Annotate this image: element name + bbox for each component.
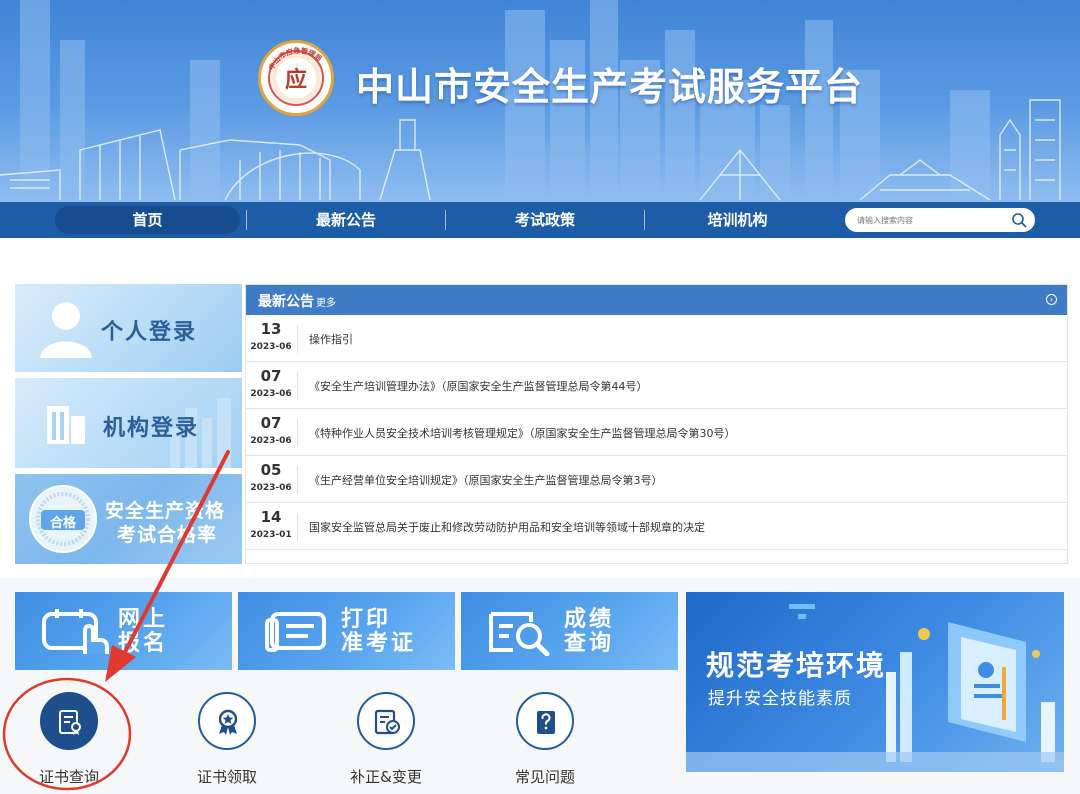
online-registration-tile[interactable]: 网上 报名 [15,592,232,670]
announcement-day: 07 [260,367,282,385]
announcement-row[interactable]: 07 2023-06 《安全生产培训管理办法》（原国家安全生产监督管理总局令第4… [246,362,1067,409]
logo-ring-icon: 中山市应急管理局 [267,46,324,72]
announcement-day: 05 [260,461,282,479]
announcement-day: 13 [260,320,282,338]
agency-logo: 中山市应急管理局 应 [258,40,334,116]
online-registration-label: 网上 报名 [118,608,168,656]
pass-rate-label-line1: 安全生产资格 [105,500,226,522]
nav-item-announcements[interactable]: 最新公告 [247,202,445,238]
announcement-row[interactable]: 13 2023-06 操作指引 [246,315,1067,362]
promo-subtitle: 提升安全技能素质 [708,689,852,709]
announcement-title-link[interactable]: 《安全生产培训管理办法》（原国家安全生产监督管理总局令第44号） [309,378,648,394]
nav-item-home[interactable]: 首页 [55,206,240,234]
service-certificate-inquiry[interactable]: 证书查询 [4,692,134,787]
tile-line: 准考证 [341,631,417,656]
more-arrow-icon[interactable]: › [1046,294,1057,305]
question-doc-icon [537,711,555,734]
certificate-collection-label: 证书领取 [196,768,257,786]
service-certificate-collection[interactable]: 证书领取 [162,692,292,787]
hand-form-icon [42,609,109,654]
print-admission-ticket-tile[interactable]: 打印 准考证 [238,592,455,670]
service-correction-change[interactable]: 补正&变更 [321,692,451,787]
correction-change-button[interactable] [357,692,415,750]
announcement-date: 07 2023-06 [246,362,296,408]
logo-ring-text: 中山市应急管理局 [267,46,324,72]
date-divider [297,372,298,400]
announcement-title-link[interactable]: 操作指引 [309,331,353,347]
announcement-day: 14 [260,508,282,526]
announcement-row[interactable]: 14 2023-01 国家安全监管总局关于废止和修改劳动防护用品和安全培训等领域… [246,503,1067,550]
correction-change-label: 补正&变更 [350,768,422,786]
announcement-title-link[interactable]: 《生产经营单位安全培训规定》（原国家安全生产监督管理总局令第3号） [309,472,663,488]
header-banner: 中山市应急管理局 应 中山市安全生产考试服务平台 首页 最新公告 考试政策 培训… [0,0,1080,238]
faq-label: 常见问题 [514,768,575,786]
announcement-day: 07 [260,414,282,432]
personal-login-label: 个人登录 [101,320,198,345]
pass-rate-label-line2: 考试合格率 [117,524,218,546]
announcement-row[interactable]: 07 2023-06 《特种作业人员安全技术培训考核管理规定》（原国家安全生产监… [246,409,1067,456]
print-admission-ticket-label: 打印 准考证 [341,608,416,656]
tile-line: 查询 [564,631,615,656]
printer-card-icon [265,612,326,652]
qualified-badge-text: 合格 [49,516,76,531]
pass-rate-card[interactable]: 合格 安全生产资格 考试合格率 [15,474,242,564]
certificate-collection-button[interactable] [198,692,256,750]
announcement-date: 13 2023-06 [246,315,296,361]
service-faq[interactable]: 常见问题 [480,692,610,787]
promo-banner[interactable]: 规范考培环境 提升安全技能素质 [686,592,1064,772]
date-divider [297,513,298,541]
search-box [845,208,1035,232]
announcement-year-month: 2023-06 [250,436,292,446]
announcement-row[interactable]: 05 2023-06 《生产经营单位安全培训规定》（原国家安全生产监督管理总局令… [246,456,1067,503]
announcement-year-month: 2023-01 [250,530,292,540]
score-search-icon [489,612,550,656]
nav-item-training-institutions[interactable]: 培训机构 [645,202,830,238]
edit-document-icon [374,709,400,735]
announcements-header: 最新公告 更多 › [246,285,1067,315]
search-icon[interactable] [1011,212,1027,228]
date-divider [297,325,298,353]
announcements-title: 最新公告 [258,294,314,310]
tile-line: 打印 [341,607,392,632]
award-ribbon-icon [218,709,238,735]
institution-login-card[interactable]: 机构登录 [15,378,242,468]
announcement-year-month: 2023-06 [250,389,292,399]
announcements-panel: 最新公告 更多 › 13 2023-06 操作指引 07 2023-06 《安全… [245,284,1068,564]
certificate-inquiry-button[interactable] [40,692,98,750]
score-inquiry-label: 成绩 查询 [564,608,614,656]
page: 中山市应急管理局 应 中山市安全生产考试服务平台 首页 最新公告 考试政策 培训… [0,0,1080,794]
certificate-search-icon [59,710,81,735]
certificate-inquiry-label: 证书查询 [38,768,99,786]
announcement-title-link[interactable]: 国家安全监管总局关于废止和修改劳动防护用品和安全培训等领域十部规章的决定 [309,519,705,535]
search-input[interactable] [857,211,1007,229]
announcement-year-month: 2023-06 [250,342,292,352]
institution-login-label: 机构登录 [103,416,200,441]
announcements-more-link[interactable]: 更多 [316,294,336,309]
tile-line: 网上 [118,607,169,632]
faq-button[interactable] [516,692,574,750]
announcement-date: 05 2023-06 [246,456,296,502]
building-icon [47,406,85,444]
site-title: 中山市安全生产考试服务平台 [356,65,864,109]
date-divider [297,466,298,494]
personal-login-card[interactable]: 个人登录 [15,284,242,372]
promo-title: 规范考培环境 [706,649,887,682]
score-inquiry-tile[interactable]: 成绩 查询 [461,592,678,670]
tile-line: 报名 [118,631,169,656]
announcement-title-link[interactable]: 《特种作业人员安全技术培训考核管理规定》（原国家安全生产监督管理总局令第30号） [309,425,736,441]
tile-line: 成绩 [564,607,615,632]
svg-text:中山市应急管理局: 中山市应急管理局 [267,46,324,72]
announcement-date: 14 2023-01 [246,503,296,549]
date-divider [297,419,298,447]
person-icon [40,302,92,358]
announcement-year-month: 2023-06 [250,483,292,493]
nav-item-exam-policy[interactable]: 考试政策 [446,202,644,238]
announcement-date: 07 2023-06 [246,409,296,455]
